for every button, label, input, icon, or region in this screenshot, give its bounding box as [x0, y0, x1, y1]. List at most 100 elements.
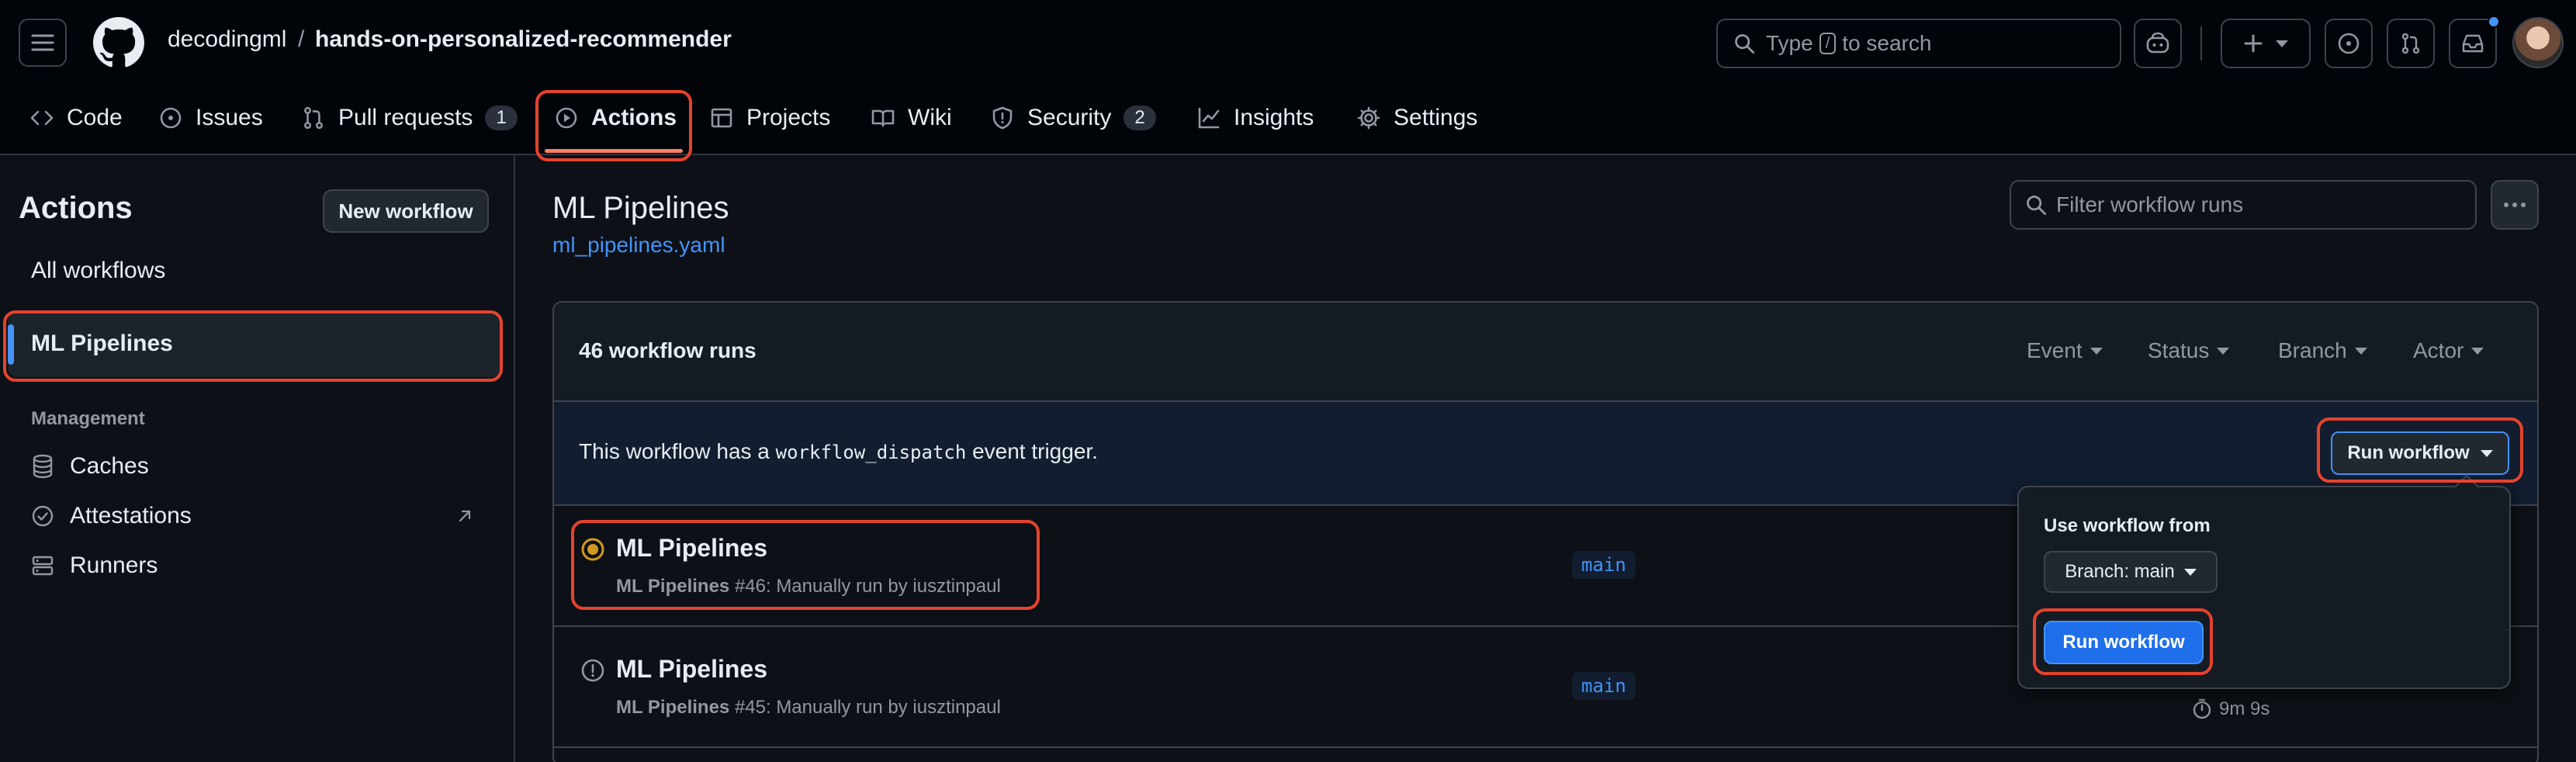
- branch-filter[interactable]: Branch: [2278, 338, 2367, 363]
- sidebar-item-label: Runners: [70, 552, 158, 578]
- tab-label: Pull requests: [338, 105, 473, 130]
- tab-label: Actions: [591, 105, 677, 130]
- run-workflow-popover: Use workflow from Branch: main Run workf…: [2017, 474, 2511, 689]
- copilot-icon[interactable]: [2134, 19, 2182, 68]
- actions-sidebar: Actions New workflow All workflows ML Pi…: [0, 155, 515, 762]
- tab-actions[interactable]: Actions: [554, 92, 677, 144]
- run-workflow-name: ML Pipelines: [616, 697, 730, 718]
- run-detail: #46: Manually run by iusztinpaul: [734, 576, 1001, 597]
- run-title[interactable]: ML Pipelines: [616, 534, 767, 563]
- filter-label: Status: [2148, 338, 2210, 362]
- search-icon: [2025, 194, 2047, 216]
- dispatch-code: workflow_dispatch: [775, 442, 967, 463]
- run-workflow-submit-button[interactable]: Run workflow: [2044, 621, 2204, 664]
- tab-label: Wiki: [908, 105, 952, 130]
- tab-settings[interactable]: Settings: [1356, 92, 1477, 144]
- workflow-file-link[interactable]: ml_pipelines.yaml: [552, 233, 725, 258]
- dispatch-message: This workflow has a workflow_dispatch ev…: [579, 439, 1098, 464]
- run-subtitle: ML Pipelines #46: Manually run by iuszti…: [616, 576, 1001, 597]
- breadcrumb-owner[interactable]: decodingml: [168, 26, 286, 53]
- run-duration: 9m 9s: [2191, 698, 2270, 720]
- external-link-icon: [456, 507, 473, 525]
- issue-icon[interactable]: [2325, 19, 2373, 68]
- chevron-down-icon: [2480, 449, 2493, 457]
- filter-label: Event: [2027, 338, 2083, 362]
- branch-select-button[interactable]: Branch: main: [2044, 551, 2218, 593]
- tab-projects[interactable]: Projects: [709, 92, 830, 144]
- repo-nav-tabs: Code Issues Pull requests 1 Actions Proj…: [0, 92, 2576, 155]
- github-logo-icon[interactable]: [93, 17, 144, 68]
- popover-label: Use workflow from: [2044, 515, 2211, 536]
- server-icon: [31, 554, 54, 577]
- runs-list-header: 46 workflow runs Event Status Branch Act…: [554, 303, 2537, 402]
- issue-icon: [158, 106, 183, 130]
- search-prefix: Type: [1766, 31, 1813, 55]
- filter-label: Actor: [2413, 338, 2464, 362]
- runs-count: 46 workflow runs: [579, 338, 757, 362]
- run-workflow-dropdown-button[interactable]: Run workflow: [2331, 431, 2509, 475]
- run-detail: #45: Manually run by iusztinpaul: [734, 697, 1001, 718]
- sidebar-item-all-workflows[interactable]: All workflows: [31, 258, 165, 284]
- pull-request-icon: [301, 106, 326, 130]
- sidebar-item-ml-pipelines[interactable]: ML Pipelines: [8, 312, 501, 377]
- run-subtitle: ML Pipelines #45: Manually run by iuszti…: [616, 697, 1001, 719]
- tab-label: Settings: [1394, 105, 1478, 130]
- run-workflow-name: ML Pipelines: [616, 576, 730, 597]
- tab-code[interactable]: Code: [29, 92, 123, 144]
- page-title: ML Pipelines: [552, 191, 729, 225]
- duration-text: 9m 9s: [2219, 698, 2270, 719]
- database-icon: [31, 454, 54, 479]
- pull-request-count: 1: [485, 106, 518, 130]
- menu-icon[interactable]: [19, 19, 67, 67]
- search-input[interactable]: Type / to search: [1716, 19, 2121, 68]
- tab-label: Issues: [196, 105, 263, 130]
- event-filter[interactable]: Event: [2027, 338, 2103, 363]
- chevron-down-icon: [2090, 347, 2103, 355]
- notification-dot: [2488, 16, 2500, 28]
- new-workflow-button[interactable]: New workflow: [323, 189, 489, 233]
- chevron-down-icon: [2217, 347, 2230, 355]
- branch-tag[interactable]: main: [1572, 551, 1636, 579]
- create-new-button[interactable]: [2221, 19, 2311, 68]
- kebab-horizontal-icon: [2503, 202, 2526, 208]
- gear-icon: [1356, 106, 1381, 130]
- filter-placeholder: Filter workflow runs: [2056, 192, 2244, 216]
- branch-tag[interactable]: main: [1572, 672, 1636, 700]
- tab-security[interactable]: Security 2: [990, 92, 1156, 144]
- table-icon: [709, 106, 734, 130]
- search-shortcut-key: /: [1819, 33, 1837, 54]
- breadcrumb-repo[interactable]: hands-on-personalized-recommender: [315, 26, 732, 53]
- top-header: decodingml / hands-on-personalized-recom…: [0, 0, 2576, 155]
- sidebar-item-attestations[interactable]: Attestations: [31, 503, 473, 529]
- failed-status-icon: [580, 658, 605, 683]
- chevron-down-icon: [2471, 347, 2484, 355]
- tab-pull-requests[interactable]: Pull requests 1: [301, 92, 518, 144]
- chevron-down-icon: [2354, 347, 2367, 355]
- search-icon: [1733, 33, 1755, 54]
- tab-label: Code: [67, 105, 123, 130]
- tab-label: Security: [1027, 105, 1112, 130]
- tab-wiki[interactable]: Wiki: [871, 92, 952, 144]
- actor-filter[interactable]: Actor: [2413, 338, 2484, 363]
- run-title[interactable]: ML Pipelines: [616, 655, 767, 684]
- code-icon: [29, 106, 54, 130]
- more-options-button[interactable]: [2491, 180, 2539, 230]
- header-divider: [2200, 26, 2202, 61]
- tab-insights[interactable]: Insights: [1196, 92, 1314, 144]
- avatar[interactable]: [2512, 17, 2564, 68]
- active-tab-underline: [545, 149, 683, 153]
- filter-runs-input[interactable]: Filter workflow runs: [2010, 180, 2477, 230]
- verified-icon: [31, 504, 54, 528]
- sidebar-title: Actions: [19, 191, 133, 225]
- pull-request-icon[interactable]: [2387, 19, 2435, 68]
- sidebar-item-caches[interactable]: Caches: [31, 453, 149, 480]
- chevron-down-icon: [2183, 568, 2197, 576]
- status-filter[interactable]: Status: [2148, 338, 2230, 363]
- sidebar-item-runners[interactable]: Runners: [31, 552, 158, 579]
- sidebar-item-label: ML Pipelines: [31, 331, 173, 356]
- tab-issues[interactable]: Issues: [158, 92, 263, 144]
- dispatch-prefix: This workflow has a: [579, 439, 770, 463]
- shield-icon: [990, 106, 1015, 130]
- stopwatch-icon: [2191, 698, 2213, 720]
- in-progress-icon: [580, 537, 605, 562]
